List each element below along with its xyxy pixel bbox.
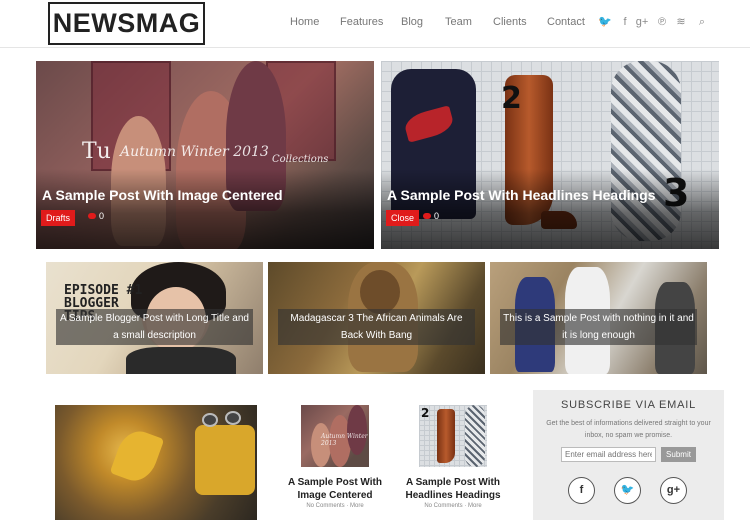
nav-team[interactable]: Team [445, 14, 472, 30]
comment-count-value: 0 [434, 211, 440, 221]
post-tile-2[interactable]: Madagascar 3 The African Animals Are Bac… [268, 262, 485, 374]
comment-icon [423, 213, 431, 219]
featured-post-1[interactable]: Tu Autumn Winter 2013 Collections A Samp… [36, 61, 374, 249]
tile-caption[interactable]: Madagascar 3 The African Animals Are Bac… [278, 309, 475, 345]
comment-count-value: 0 [99, 211, 105, 221]
subscribe-description: Get the best of informations delivered s… [546, 420, 711, 439]
rss-icon[interactable]: ≋ [674, 14, 688, 30]
image-overlay-text: Collections [272, 154, 329, 165]
subscribe-title: SUBSCRIBE VIA EMAIL [560, 399, 697, 411]
tile-caption[interactable]: A Sample Blogger Post with Long Title an… [56, 309, 253, 345]
image-gradient [36, 169, 374, 249]
subscribe-widget: SUBSCRIBE VIA EMAIL Get the best of info… [533, 390, 724, 520]
boot-image [437, 409, 455, 463]
site-header: NEWSMAG Home Features Blog Team Clients … [0, 0, 750, 48]
person-image [347, 405, 367, 455]
nav-blog[interactable]: Blog [401, 14, 423, 30]
face-image [360, 270, 400, 314]
twitter-icon[interactable]: 🐦 [614, 477, 641, 504]
nav-clients[interactable]: Clients [493, 14, 527, 30]
post-image[interactable] [55, 405, 257, 520]
post-tile-1[interactable]: EPISODE #1 BLOGGER TIPS A Sample Blogger… [46, 262, 263, 374]
facebook-icon[interactable]: f [618, 14, 632, 30]
tile-caption[interactable]: This is a Sample Post with nothing in it… [500, 309, 697, 345]
social-links: 🐦 f g+ ℗ ≋ ⌕ [598, 14, 713, 32]
robot-image [195, 425, 255, 495]
post-thumbnail-1[interactable]: Autumn Winter 2013 [301, 405, 369, 467]
post-title[interactable]: A Sample Post With Headlines Headings [398, 476, 508, 502]
nav-contact[interactable]: Contact [547, 14, 585, 30]
featured-post-2[interactable]: 2 3 A Sample Post With Headlines Heading… [381, 61, 719, 249]
twitter-icon[interactable]: 🐦 [598, 14, 612, 30]
comment-count[interactable]: 0 [423, 211, 439, 221]
image-gradient [381, 169, 719, 249]
pinterest-icon[interactable]: ℗ [655, 14, 669, 30]
robot-eye-image [202, 413, 218, 427]
nav-features[interactable]: Features [340, 14, 383, 30]
facebook-icon[interactable]: f [568, 477, 595, 504]
post-meta[interactable]: No Comments · More [280, 503, 390, 509]
search-icon[interactable]: ⌕ [695, 14, 709, 30]
google-plus-icon[interactable]: g+ [660, 477, 687, 504]
post-meta[interactable]: No Comments · More [398, 503, 508, 509]
featured-title[interactable]: A Sample Post With Image Centered [42, 187, 283, 203]
image-overlay-text: Autumn Winter 2013 [120, 144, 269, 160]
featured-title[interactable]: A Sample Post With Headlines Headings [387, 187, 656, 203]
submit-button[interactable]: Submit [661, 447, 696, 462]
post-tile-3[interactable]: This is a Sample Post with nothing in it… [490, 262, 707, 374]
category-badge[interactable]: Drafts [41, 210, 76, 226]
scarf-image [465, 405, 485, 467]
leaf-image [109, 425, 165, 487]
comment-icon [88, 213, 96, 219]
category-badge[interactable]: Close [386, 210, 420, 226]
email-input[interactable] [561, 447, 656, 462]
site-logo[interactable]: NEWSMAG [48, 2, 205, 45]
nav-home[interactable]: Home [290, 14, 319, 30]
post-thumbnail-2[interactable]: 2 [419, 405, 487, 467]
image-logo-text: Tu [82, 139, 111, 164]
post-title[interactable]: A Sample Post With Image Centered [280, 476, 390, 502]
image-overlay-text: Autumn Winter 2013 [321, 433, 368, 447]
image-number: 2 [421, 406, 430, 420]
clothing-image [126, 347, 236, 374]
comment-count[interactable]: 0 [88, 211, 104, 221]
robot-eye-image [225, 411, 241, 425]
google-plus-icon[interactable]: g+ [635, 14, 649, 30]
image-number: 2 [501, 81, 522, 116]
